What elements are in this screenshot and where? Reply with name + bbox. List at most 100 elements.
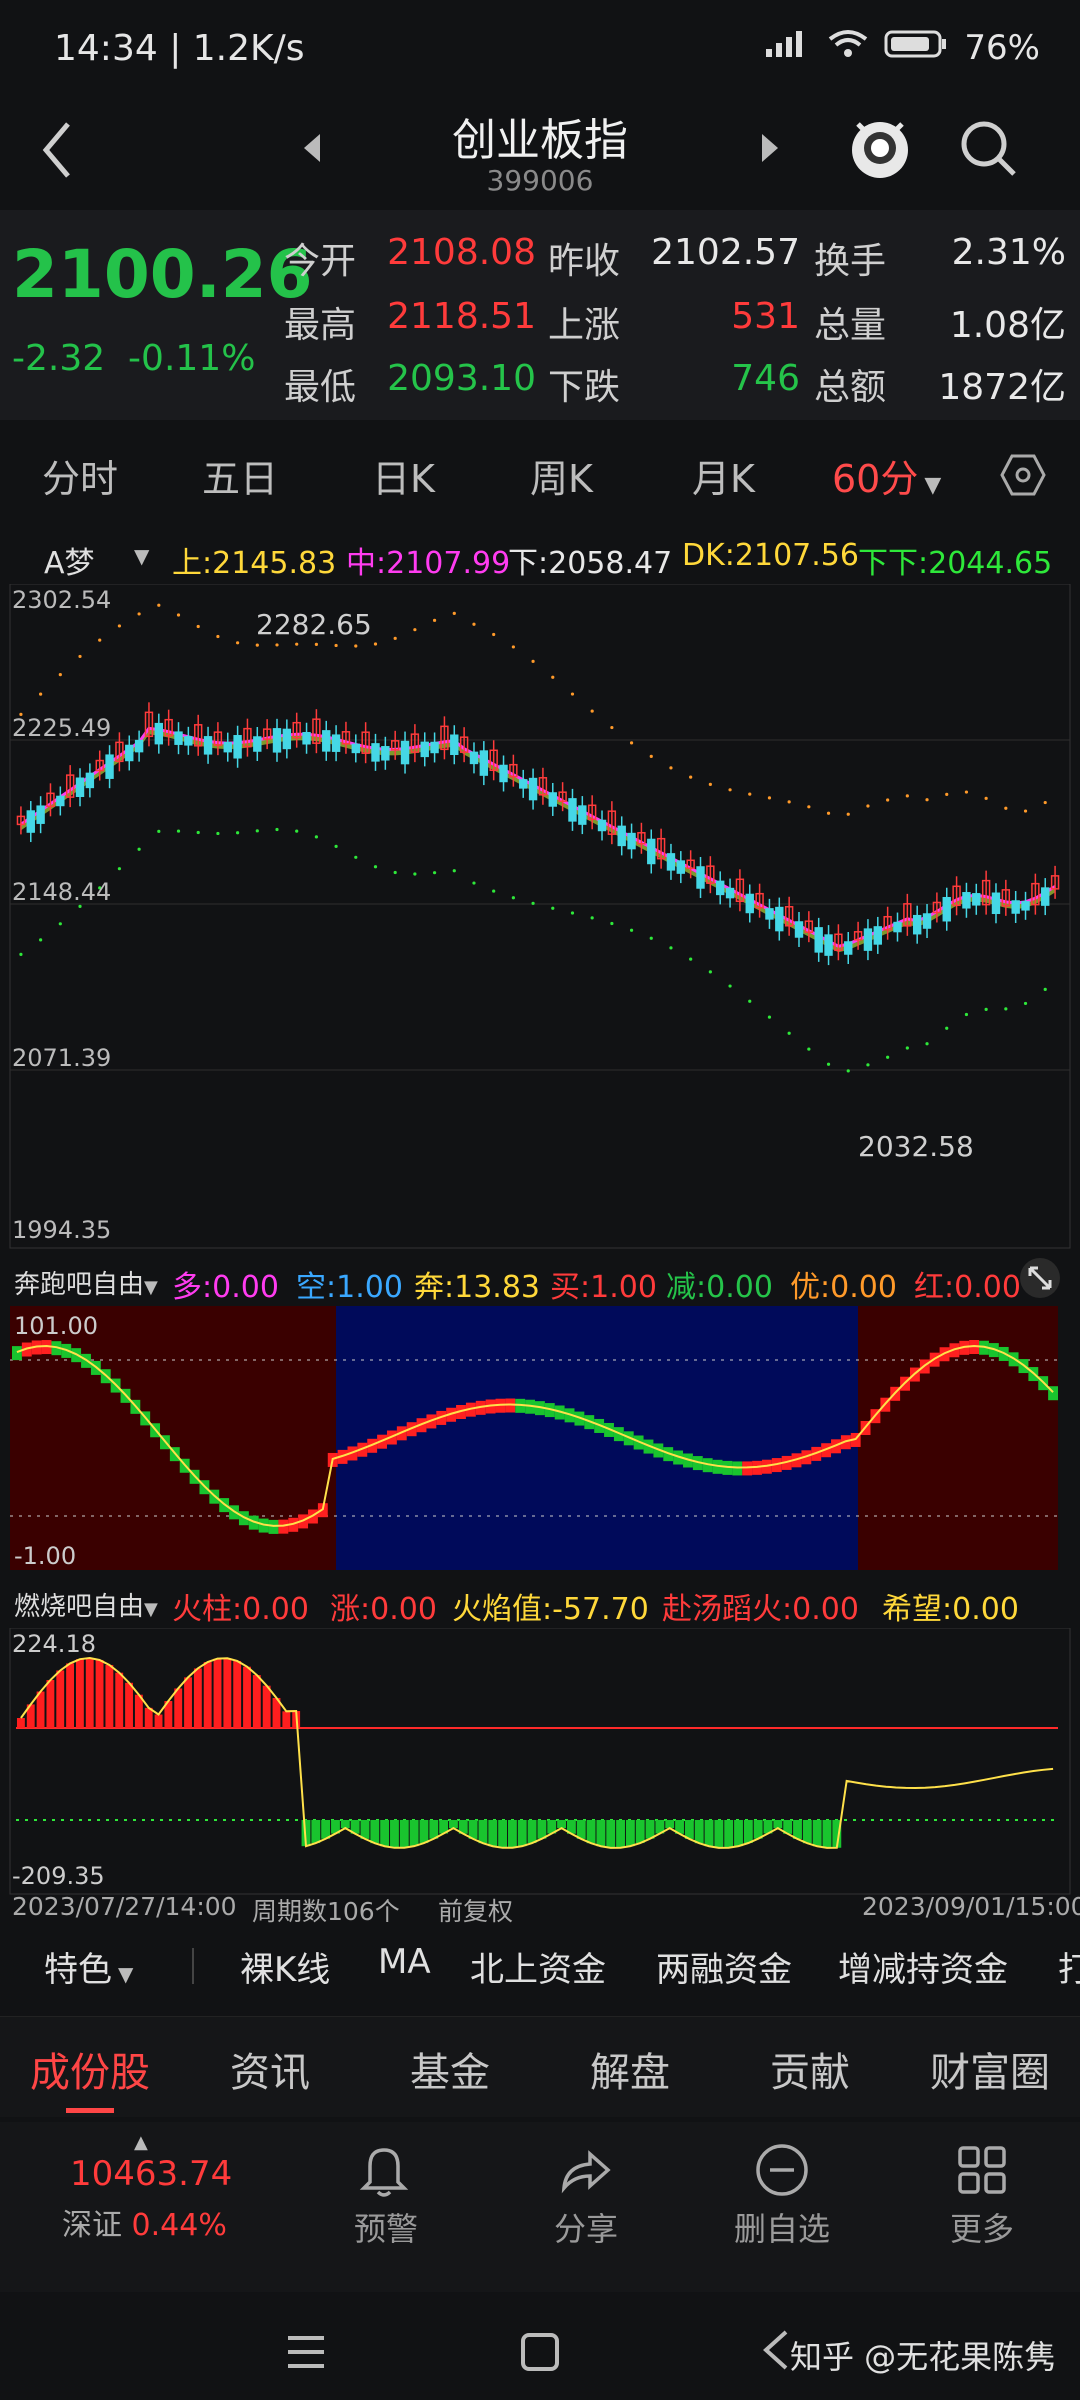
home-icon[interactable] [520, 2332, 560, 2376]
sub2-green-bar [645, 1820, 655, 1839]
battery-level: 76% [964, 28, 1040, 68]
signal-icon [764, 28, 812, 68]
tab-naked-k[interactable]: 裸K线 [240, 1942, 330, 1991]
lower-band-dot [905, 1046, 909, 1050]
sub1-you: 优:0.00 [790, 1262, 897, 1306]
stock-code: 399006 [486, 164, 594, 197]
remove-watchlist-button[interactable]: 删自选 [712, 2204, 852, 2250]
tab-wealth-circle[interactable]: 财富圈 [930, 2040, 1050, 2098]
amount-label: 总额 [814, 367, 887, 408]
more-button[interactable]: 更多 [912, 2204, 1052, 2250]
sub2-futang-label: 赴汤蹈火: [662, 1592, 793, 1627]
sub1-you-value: 0.00 [830, 1270, 897, 1305]
tab-feature[interactable]: 特色 ▼ [44, 1942, 133, 1991]
sub2-fire-bar [252, 1675, 261, 1728]
sub2-green-bar [734, 1820, 743, 1847]
candle-body [528, 777, 538, 801]
sub1-mai-label: 买: [550, 1270, 591, 1305]
sub2-green-bar [606, 1820, 616, 1848]
tab-funds[interactable]: 基金 [410, 2040, 490, 2098]
sub1-name[interactable]: 奔跑吧自由▼ [14, 1264, 158, 1301]
candle-body [331, 734, 341, 752]
sub2-green-bar [822, 1820, 832, 1848]
expand-icon[interactable] [1018, 1256, 1062, 1304]
candle-body [765, 908, 774, 920]
sub2-name[interactable]: 燃烧吧自由▼ [14, 1586, 158, 1623]
menu-icon[interactable] [286, 2334, 326, 2374]
ticker-index-value[interactable]: 10463.74 [70, 2154, 232, 2194]
sub2-green-bar [557, 1820, 566, 1829]
upper-band-dot [767, 796, 772, 800]
settings-hex-icon[interactable] [1000, 454, 1046, 500]
tab-margin[interactable]: 两融资金 [656, 1942, 792, 1991]
low-value: 2093.10 [387, 358, 536, 399]
tab-more-cut[interactable]: 打 [1058, 1942, 1080, 1991]
tab-ma[interactable]: MA [378, 1942, 431, 1982]
candlestick-chart[interactable]: 2302.54 2225.49 2148.44 2071.39 1994.35 … [0, 584, 1080, 1250]
tab-news[interactable]: 资讯 [230, 2040, 310, 2098]
lower-band-dot [452, 869, 456, 873]
tab-weekly-k[interactable]: 周K [530, 448, 593, 503]
sub2-green-bar [478, 1820, 488, 1844]
candle-body [568, 798, 577, 822]
sub2-fire-bar [233, 1660, 242, 1728]
sub2-chart[interactable]: 224.18 -209.35 [0, 1628, 1080, 1896]
ticker-index[interactable]: 深证 0.44% [62, 2200, 227, 2244]
tab-monthly-k[interactable]: 月K [692, 448, 755, 503]
ind-mid-value: 2107.99 [386, 546, 511, 581]
prev-close-label: 昨收 [548, 241, 621, 282]
remove-watchlist-icon[interactable] [754, 2142, 810, 2202]
tab-northbound[interactable]: 北上资金 [470, 1942, 606, 1991]
share-icon[interactable] [556, 2142, 612, 2202]
lower-band-dot [196, 830, 200, 835]
lower-band-dot [19, 952, 23, 956]
main-indicator-name[interactable]: A梦 [44, 538, 95, 582]
lower-band-dot [629, 928, 634, 932]
tab-contribution[interactable]: 贡献 [770, 2040, 850, 2098]
alert-button[interactable]: 预警 [316, 2204, 456, 2250]
tab-intraday[interactable]: 分时 [42, 448, 118, 503]
indicator-dropdown-icon[interactable]: ▼ [134, 544, 149, 568]
candle-body [420, 741, 429, 758]
candle-body [775, 906, 784, 932]
tab-holding-change[interactable]: 增减持资金 [838, 1942, 1008, 1991]
price-change: -2.32 -0.11% [12, 338, 255, 379]
upper-band-dot [551, 675, 555, 679]
back-nav-icon[interactable] [760, 2328, 790, 2376]
tab-constituents[interactable]: 成份股 [30, 2040, 150, 2098]
tab-60min[interactable]: 60分 ▼ [832, 448, 941, 503]
tab-daily-k[interactable]: 日K [372, 448, 435, 503]
candle-body [1011, 900, 1020, 914]
grid-more-icon[interactable] [954, 2142, 1010, 2202]
candle-body [912, 914, 922, 935]
sub2-green-bar [340, 1820, 350, 1829]
candle-body [814, 927, 823, 953]
lower-band-dot [590, 916, 594, 920]
sub2-green-bar [429, 1820, 439, 1839]
amount-value: 1872亿 [938, 367, 1066, 408]
battery-icon [884, 28, 948, 68]
sub2-green-bar [724, 1820, 734, 1848]
ind-lower-label: 下: [508, 546, 549, 581]
lower-band-dot [1023, 1001, 1028, 1006]
share-button[interactable]: 分享 [516, 2204, 656, 2250]
ind-upper: 上:2145.83 [172, 538, 336, 582]
sub2-green-bar [576, 1820, 586, 1839]
lower-band-dot [236, 831, 240, 835]
upper-band-dot [945, 792, 949, 797]
sub1-chart[interactable]: 101.00 -1.00 [0, 1306, 1080, 1572]
sub2-green-bar [793, 1820, 802, 1839]
y-tick-label: 1994.35 [12, 1216, 111, 1244]
ind-lowlow-value: 2044.65 [928, 546, 1053, 581]
lower-band-dot [1043, 987, 1047, 991]
sub1-blue-zone [336, 1306, 858, 1570]
chevron-down-icon: ▼ [144, 1277, 158, 1298]
tab-analysis[interactable]: 解盘 [590, 2040, 670, 2098]
sub2-green-bar [743, 1820, 753, 1844]
upper-band-dot [275, 643, 279, 647]
system-nav-bar: 知乎 @无花果陈隽 [0, 2292, 1080, 2400]
tab-five-day[interactable]: 五日 [202, 448, 278, 503]
bell-icon[interactable] [356, 2142, 412, 2202]
lower-band-dot [255, 829, 259, 833]
lower-band-dot [964, 1012, 969, 1017]
